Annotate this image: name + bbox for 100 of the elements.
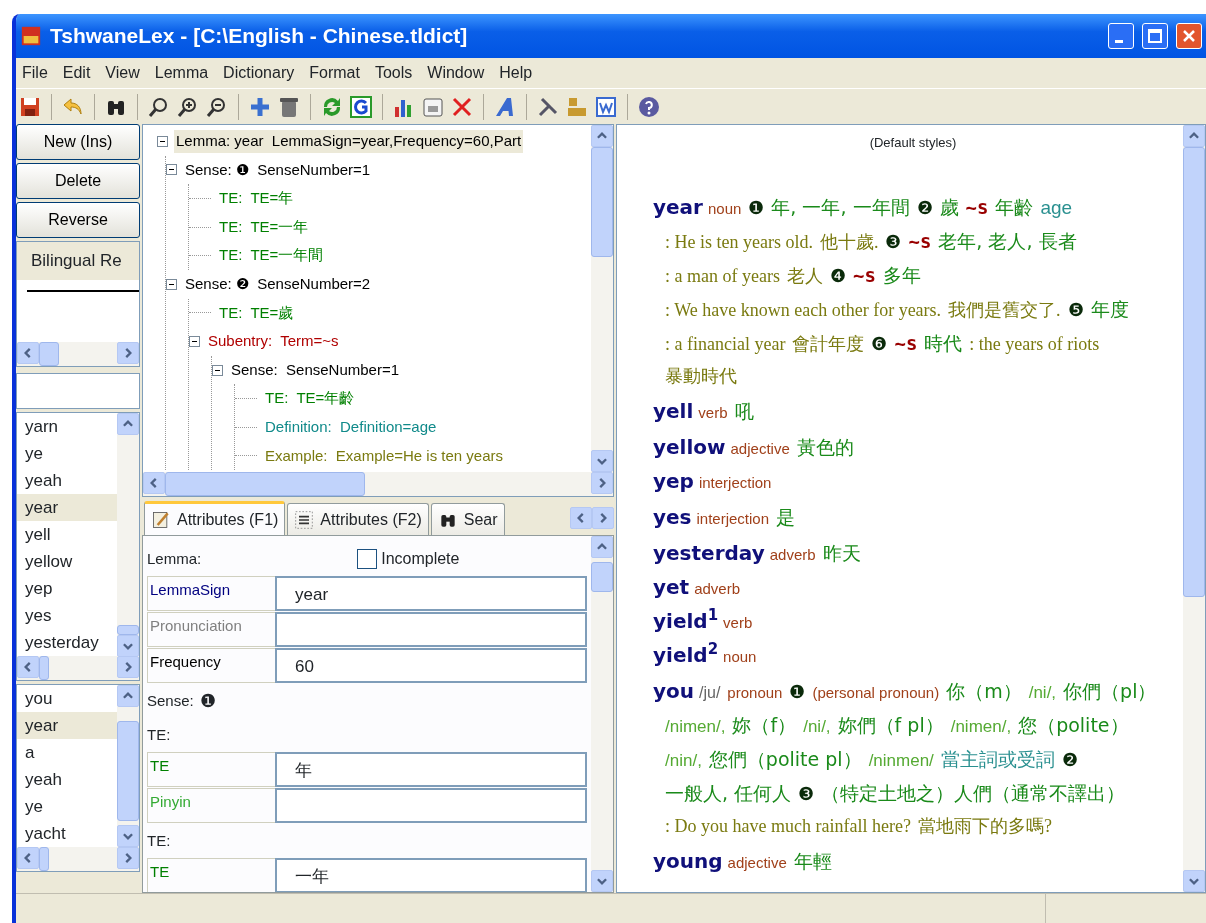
input-field[interactable]: 60 [275, 648, 587, 683]
list-item[interactable]: you [17, 685, 117, 712]
scroll-right-button[interactable] [592, 507, 614, 529]
button[interactable]: Reverse [16, 202, 140, 238]
input-field[interactable] [275, 788, 587, 823]
scrollbar-thumb[interactable] [1183, 147, 1205, 597]
help-icon[interactable] [637, 94, 661, 119]
input-field[interactable] [275, 612, 587, 647]
list-item[interactable]: year [17, 712, 117, 739]
list-item[interactable]: ye [17, 793, 117, 820]
scrollbar-thumb[interactable] [39, 342, 59, 366]
close-button[interactable] [1176, 23, 1202, 49]
input-field[interactable]: year [275, 576, 587, 611]
collapse-icon[interactable] [166, 278, 177, 290]
list-item[interactable]: yellow [17, 548, 117, 575]
menu-item[interactable]: Format [303, 61, 369, 85]
scrollbar-thumb[interactable] [39, 656, 49, 680]
tree-item[interactable]: Example: Example=He is ten years [263, 444, 506, 468]
minimize-button[interactable] [1108, 23, 1134, 49]
list-item[interactable]: year [17, 494, 117, 521]
scroll-right-button[interactable] [117, 342, 139, 364]
tree-item[interactable]: Sense: ❶ SenseNumber=1 [183, 158, 373, 182]
menu-item[interactable]: Help [493, 61, 542, 85]
tab[interactable]: Sear [430, 503, 505, 535]
collapse-icon[interactable] [157, 135, 168, 147]
tree-item[interactable]: TE: TE=一年間 [217, 244, 326, 267]
tree-item[interactable]: TE: TE=歲 [217, 301, 296, 325]
list-item[interactable]: yesterday [17, 629, 117, 656]
scroll-up-button[interactable] [591, 125, 613, 147]
menu-item[interactable]: Lemma [148, 61, 218, 85]
scroll-down-button[interactable] [117, 825, 139, 847]
list-item[interactable]: yarn [17, 413, 117, 440]
collapse-icon[interactable] [212, 364, 223, 376]
definition: 當主詞或受詞 [940, 747, 1055, 772]
headword: yell [653, 398, 694, 423]
tree-item[interactable]: Sense: ❷ SenseNumber=2 [183, 273, 373, 296]
scroll-up-button[interactable] [591, 536, 613, 558]
list-item[interactable]: yeah [17, 766, 117, 793]
tree-item[interactable]: TE: TE=一年 [217, 215, 311, 239]
scrollbar-thumb[interactable] [39, 847, 49, 871]
tree-item[interactable]: TE: TE=年 [217, 187, 296, 210]
checkbox[interactable] [357, 549, 378, 569]
scrollbar-thumb[interactable] [591, 562, 613, 592]
list-item[interactable]: yell [17, 521, 117, 548]
tab[interactable]: Attributes (F1) [144, 501, 286, 535]
tree-item[interactable]: Lemma: year LemmaSign=year,Frequency=60,Part [174, 130, 524, 153]
panel-tab[interactable]: Bilingual Re [17, 242, 139, 280]
scroll-left-button[interactable] [17, 342, 39, 364]
tree-item[interactable]: Definition: Definition=age [263, 416, 439, 439]
tree-item[interactable]: Sense: SenseNumber=1 [229, 358, 402, 382]
tree-item[interactable]: TE: TE=年齡 [263, 387, 357, 410]
menu-item[interactable]: View [99, 61, 149, 85]
part-of-speech: interjection [698, 472, 772, 493]
framed-letter-icon[interactable] [349, 94, 373, 119]
minimize-icon [1115, 39, 1123, 43]
scroll-left-button[interactable] [17, 656, 39, 678]
tree-item[interactable]: Subentry: Term=~s [206, 330, 341, 353]
scrollbar-thumb[interactable] [165, 472, 365, 496]
subentry-term: ~s [852, 263, 876, 286]
pinyin: /nin/, [665, 749, 702, 772]
part-of-speech: noun [723, 646, 757, 667]
list-item[interactable]: yep [17, 575, 117, 602]
list-item[interactable]: a [17, 739, 117, 766]
scrollbar-thumb[interactable] [591, 147, 613, 257]
button[interactable]: Delete [16, 163, 140, 199]
scroll-down-button[interactable] [591, 870, 613, 892]
document-icon[interactable] [594, 94, 618, 119]
section-label: Sense: [147, 690, 194, 711]
collapse-icon[interactable] [189, 335, 200, 347]
scroll-up-button[interactable] [117, 685, 139, 707]
scrollbar-thumb[interactable] [117, 721, 139, 821]
maximize-button[interactable] [1142, 23, 1168, 49]
tab[interactable]: Attributes (F2) [287, 503, 429, 535]
button[interactable]: New (Ins) [16, 124, 140, 160]
scroll-up-button[interactable] [1183, 125, 1205, 147]
scroll-right-button[interactable] [117, 656, 139, 678]
scroll-right-button[interactable] [591, 472, 613, 494]
scroll-down-button[interactable] [591, 450, 613, 472]
scroll-left-button[interactable] [17, 847, 39, 869]
menu-item[interactable]: Dictionary [217, 61, 304, 85]
menu-item[interactable]: Edit [56, 61, 100, 85]
scrollbar-thumb[interactable] [117, 625, 139, 635]
translation: 妳（f） [732, 712, 797, 738]
scroll-up-button[interactable] [117, 413, 139, 435]
search-field[interactable] [16, 373, 140, 409]
scroll-left-button[interactable] [143, 472, 165, 494]
input-field[interactable]: 一年 [275, 858, 587, 892]
list-item[interactable]: yacht [17, 820, 117, 847]
menu-item[interactable]: Window [421, 61, 494, 85]
scroll-down-button[interactable] [117, 635, 139, 656]
list-item[interactable]: yes [17, 602, 117, 629]
collapse-icon[interactable] [166, 164, 177, 176]
list-item[interactable]: ye [17, 440, 117, 467]
list-item[interactable]: yeah [17, 467, 117, 494]
input-field[interactable]: 年 [275, 752, 587, 787]
scroll-down-button[interactable] [1183, 870, 1205, 892]
scroll-right-button[interactable] [117, 847, 139, 869]
scroll-left-button[interactable] [570, 507, 592, 529]
menu-item[interactable]: File [16, 61, 57, 85]
menu-item[interactable]: Tools [368, 61, 422, 85]
